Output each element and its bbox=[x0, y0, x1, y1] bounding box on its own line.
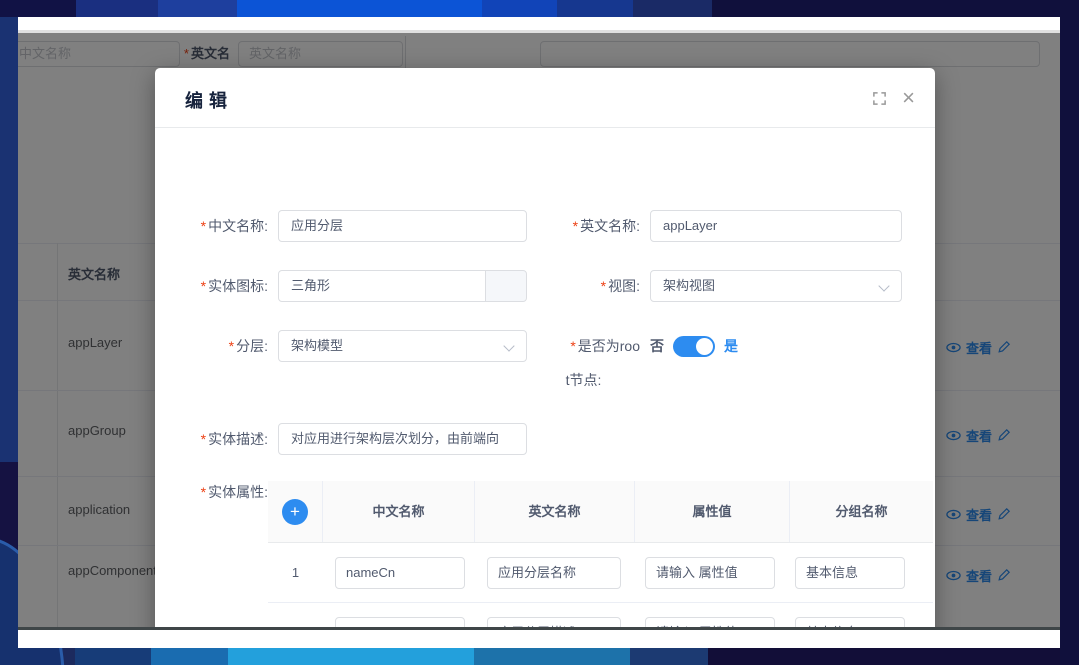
attr-table-header: + 中文名称 英文名称 属性值 分组名称 bbox=[268, 481, 933, 543]
attr-row: 2 nodeDesc 应用分层描述 请输入 属性值 基本信息 bbox=[268, 603, 933, 630]
modal-title: 编辑 bbox=[185, 87, 233, 113]
fullscreen-icon[interactable] bbox=[872, 91, 887, 106]
close-icon[interactable]: × bbox=[902, 83, 915, 113]
bottom-stripe-segment bbox=[151, 648, 228, 665]
attr-row-index: 1 bbox=[268, 543, 323, 603]
layer-select[interactable]: 架构模型 bbox=[278, 330, 527, 362]
entity-attr-table: + 中文名称 英文名称 属性值 分组名称 1 nameCn 应用分层名称 请输入… bbox=[268, 481, 933, 630]
attr-header-value: 属性值 bbox=[635, 481, 790, 542]
is-root-toggle[interactable] bbox=[673, 336, 715, 357]
top-stripe-segment bbox=[482, 0, 557, 17]
toggle-on-label: 是 bbox=[724, 336, 738, 356]
field-label-is-root-line2: t节点: bbox=[527, 364, 640, 396]
attr-en-input[interactable]: 应用分层名称 bbox=[487, 557, 621, 589]
toggle-off-label: 否 bbox=[650, 336, 664, 356]
field-label-name-cn: *中文名称: bbox=[155, 210, 268, 242]
attr-value-input[interactable]: 请输入 属性值 bbox=[645, 617, 775, 630]
attr-group-input[interactable]: 基本信息 bbox=[795, 617, 905, 630]
bottom-stripe-segment bbox=[228, 648, 474, 665]
browser-page: 中文名称 *英文名 英文名称 英文名称 appLayer appGroup ap… bbox=[18, 17, 1060, 648]
field-label-entity-desc: *实体描述: bbox=[155, 423, 268, 455]
desktop-background: 中文名称 *英文名 英文名称 英文名称 appLayer appGroup ap… bbox=[0, 0, 1079, 665]
chevron-down-icon bbox=[503, 340, 514, 351]
attr-header-group: 分组名称 bbox=[790, 481, 933, 542]
bottom-stripe-segment bbox=[708, 648, 1079, 665]
attr-header-cn: 中文名称 bbox=[323, 481, 475, 542]
attr-row-index: 2 bbox=[268, 603, 323, 630]
top-stripe-segment bbox=[76, 0, 158, 17]
attr-cn-input[interactable]: nodeDesc bbox=[335, 617, 465, 630]
edit-modal: 编辑 × *中文名称: 应用分层 *英文名称: appLayer *实体图标: bbox=[155, 68, 935, 630]
top-stripe-segment bbox=[557, 0, 633, 17]
field-label-view: *视图: bbox=[527, 270, 640, 302]
attr-cn-input[interactable]: nameCn bbox=[335, 557, 465, 589]
field-label-name-en: *英文名称: bbox=[527, 210, 640, 242]
chevron-down-icon bbox=[878, 280, 889, 291]
page-content: 中文名称 *英文名 英文名称 英文名称 appLayer appGroup ap… bbox=[18, 30, 1060, 630]
name-cn-input[interactable]: 应用分层 bbox=[278, 210, 527, 242]
top-stripe-segment bbox=[0, 0, 76, 17]
right-edge-band bbox=[1060, 17, 1079, 665]
top-stripe-segment bbox=[712, 0, 1079, 17]
top-stripe-segment bbox=[158, 0, 237, 17]
add-attr-button[interactable]: + bbox=[282, 499, 308, 525]
modal-header: 编辑 × bbox=[155, 68, 935, 128]
entity-icon-input[interactable]: 三角形 bbox=[278, 270, 527, 302]
entity-desc-input[interactable]: 对应用进行架构层次划分，由前端向 bbox=[278, 423, 527, 455]
bottom-stripe-segment bbox=[474, 648, 630, 665]
top-stripe-segment bbox=[237, 0, 482, 17]
left-edge-band bbox=[0, 17, 18, 665]
field-label-entity-icon: *实体图标: bbox=[155, 270, 268, 302]
attr-group-input[interactable]: 基本信息 bbox=[795, 557, 905, 589]
field-label-layer: *分层: bbox=[155, 330, 268, 362]
field-label-is-root-line1: *是否为roo bbox=[527, 330, 640, 362]
icon-picker-addon[interactable] bbox=[485, 270, 527, 302]
bottom-stripe-segment bbox=[630, 648, 708, 665]
attr-row: 1 nameCn 应用分层名称 请输入 属性值 基本信息 bbox=[268, 543, 933, 603]
attr-en-input[interactable]: 应用分层描述 bbox=[487, 617, 621, 630]
bottom-stripe-segment bbox=[75, 648, 151, 665]
field-label-entity-attrs: *实体属性: bbox=[155, 476, 268, 508]
name-en-input[interactable]: appLayer bbox=[650, 210, 902, 242]
top-stripe-segment bbox=[633, 0, 712, 17]
view-select[interactable]: 架构视图 bbox=[650, 270, 902, 302]
is-root-toggle-group: 否 是 bbox=[650, 330, 738, 362]
attr-header-en: 英文名称 bbox=[475, 481, 635, 542]
attr-value-input[interactable]: 请输入 属性值 bbox=[645, 557, 775, 589]
